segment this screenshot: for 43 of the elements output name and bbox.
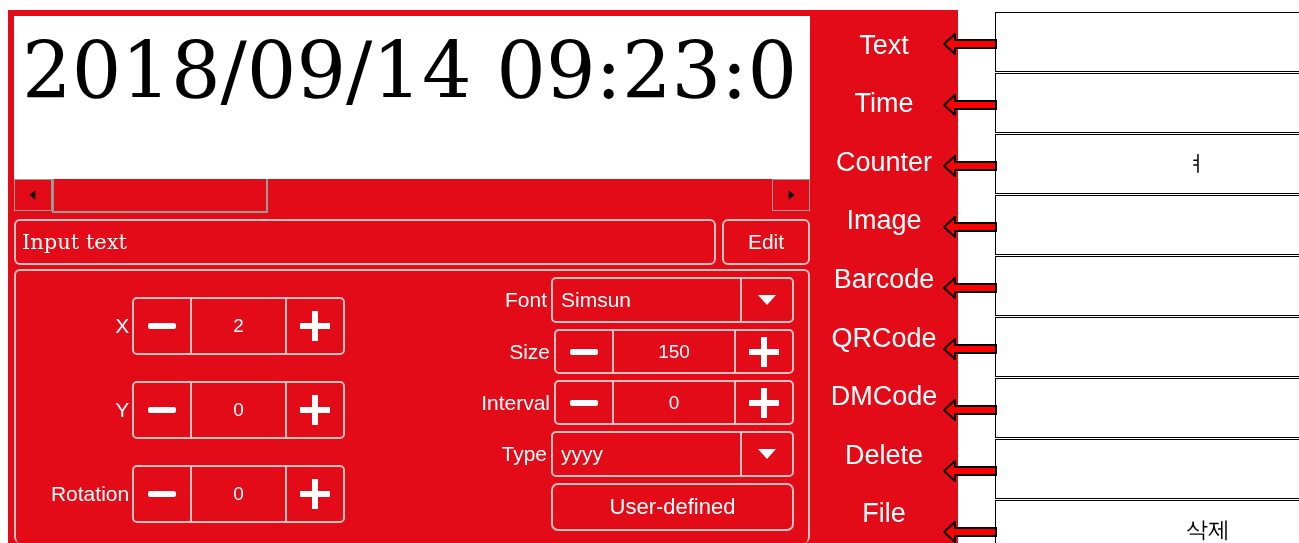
field-label: Size — [509, 339, 550, 364]
scrollbar[interactable] — [14, 178, 810, 213]
minus-icon — [148, 491, 177, 497]
stepper-value: 0 — [612, 382, 736, 423]
minus-icon — [570, 399, 598, 406]
stepper[interactable]: 150 — [554, 329, 794, 374]
minus-icon — [570, 348, 598, 355]
input-field[interactable]: Input text — [14, 219, 716, 265]
caret-icon — [757, 448, 777, 460]
stepper[interactable]: 2 — [132, 297, 346, 355]
callout-text: ㅕ — [1186, 150, 1208, 178]
user-defined-button[interactable]: User-defined — [551, 483, 794, 531]
menu-item[interactable]: Time — [810, 74, 958, 134]
menu-item[interactable]: DMCode — [810, 367, 958, 426]
field-label: Rotation — [50, 482, 130, 506]
menu-item[interactable]: QRCode — [810, 308, 958, 368]
stepper[interactable]: 0 — [132, 381, 346, 439]
stepper[interactable]: 0 — [554, 380, 794, 425]
stepper-value: 150 — [612, 331, 736, 372]
preview-text: 2018/09/14 09:23:0 — [21, 25, 799, 116]
menu-item[interactable]: Counter — [810, 133, 958, 192]
minus-icon — [148, 323, 177, 329]
edit-button[interactable]: Edit — [722, 219, 810, 265]
dropdown[interactable]: Simsun — [551, 277, 794, 323]
stepper-value: 0 — [190, 383, 288, 437]
field-label: Interval — [481, 390, 550, 415]
menu-item[interactable]: Image — [810, 191, 958, 251]
field-label: Font — [504, 288, 547, 312]
scroll-thumb[interactable] — [52, 179, 268, 213]
callout-text: 삭제 — [1186, 516, 1230, 543]
menu-item[interactable]: File — [810, 484, 958, 543]
dropdown[interactable]: yyyy — [551, 431, 794, 477]
stepper-value: 0 — [190, 467, 288, 521]
stepper[interactable]: 0 — [132, 465, 346, 523]
menu-item[interactable]: Barcode — [810, 250, 958, 309]
field-label: Y — [115, 398, 130, 422]
caret-icon — [757, 294, 777, 306]
stepper-value: 2 — [190, 299, 288, 353]
field-label: Type — [501, 442, 547, 466]
menu-item[interactable]: Delete — [810, 425, 958, 485]
menu-item[interactable]: Text — [810, 16, 958, 75]
field-label: X — [115, 314, 130, 338]
minus-icon — [148, 407, 177, 413]
